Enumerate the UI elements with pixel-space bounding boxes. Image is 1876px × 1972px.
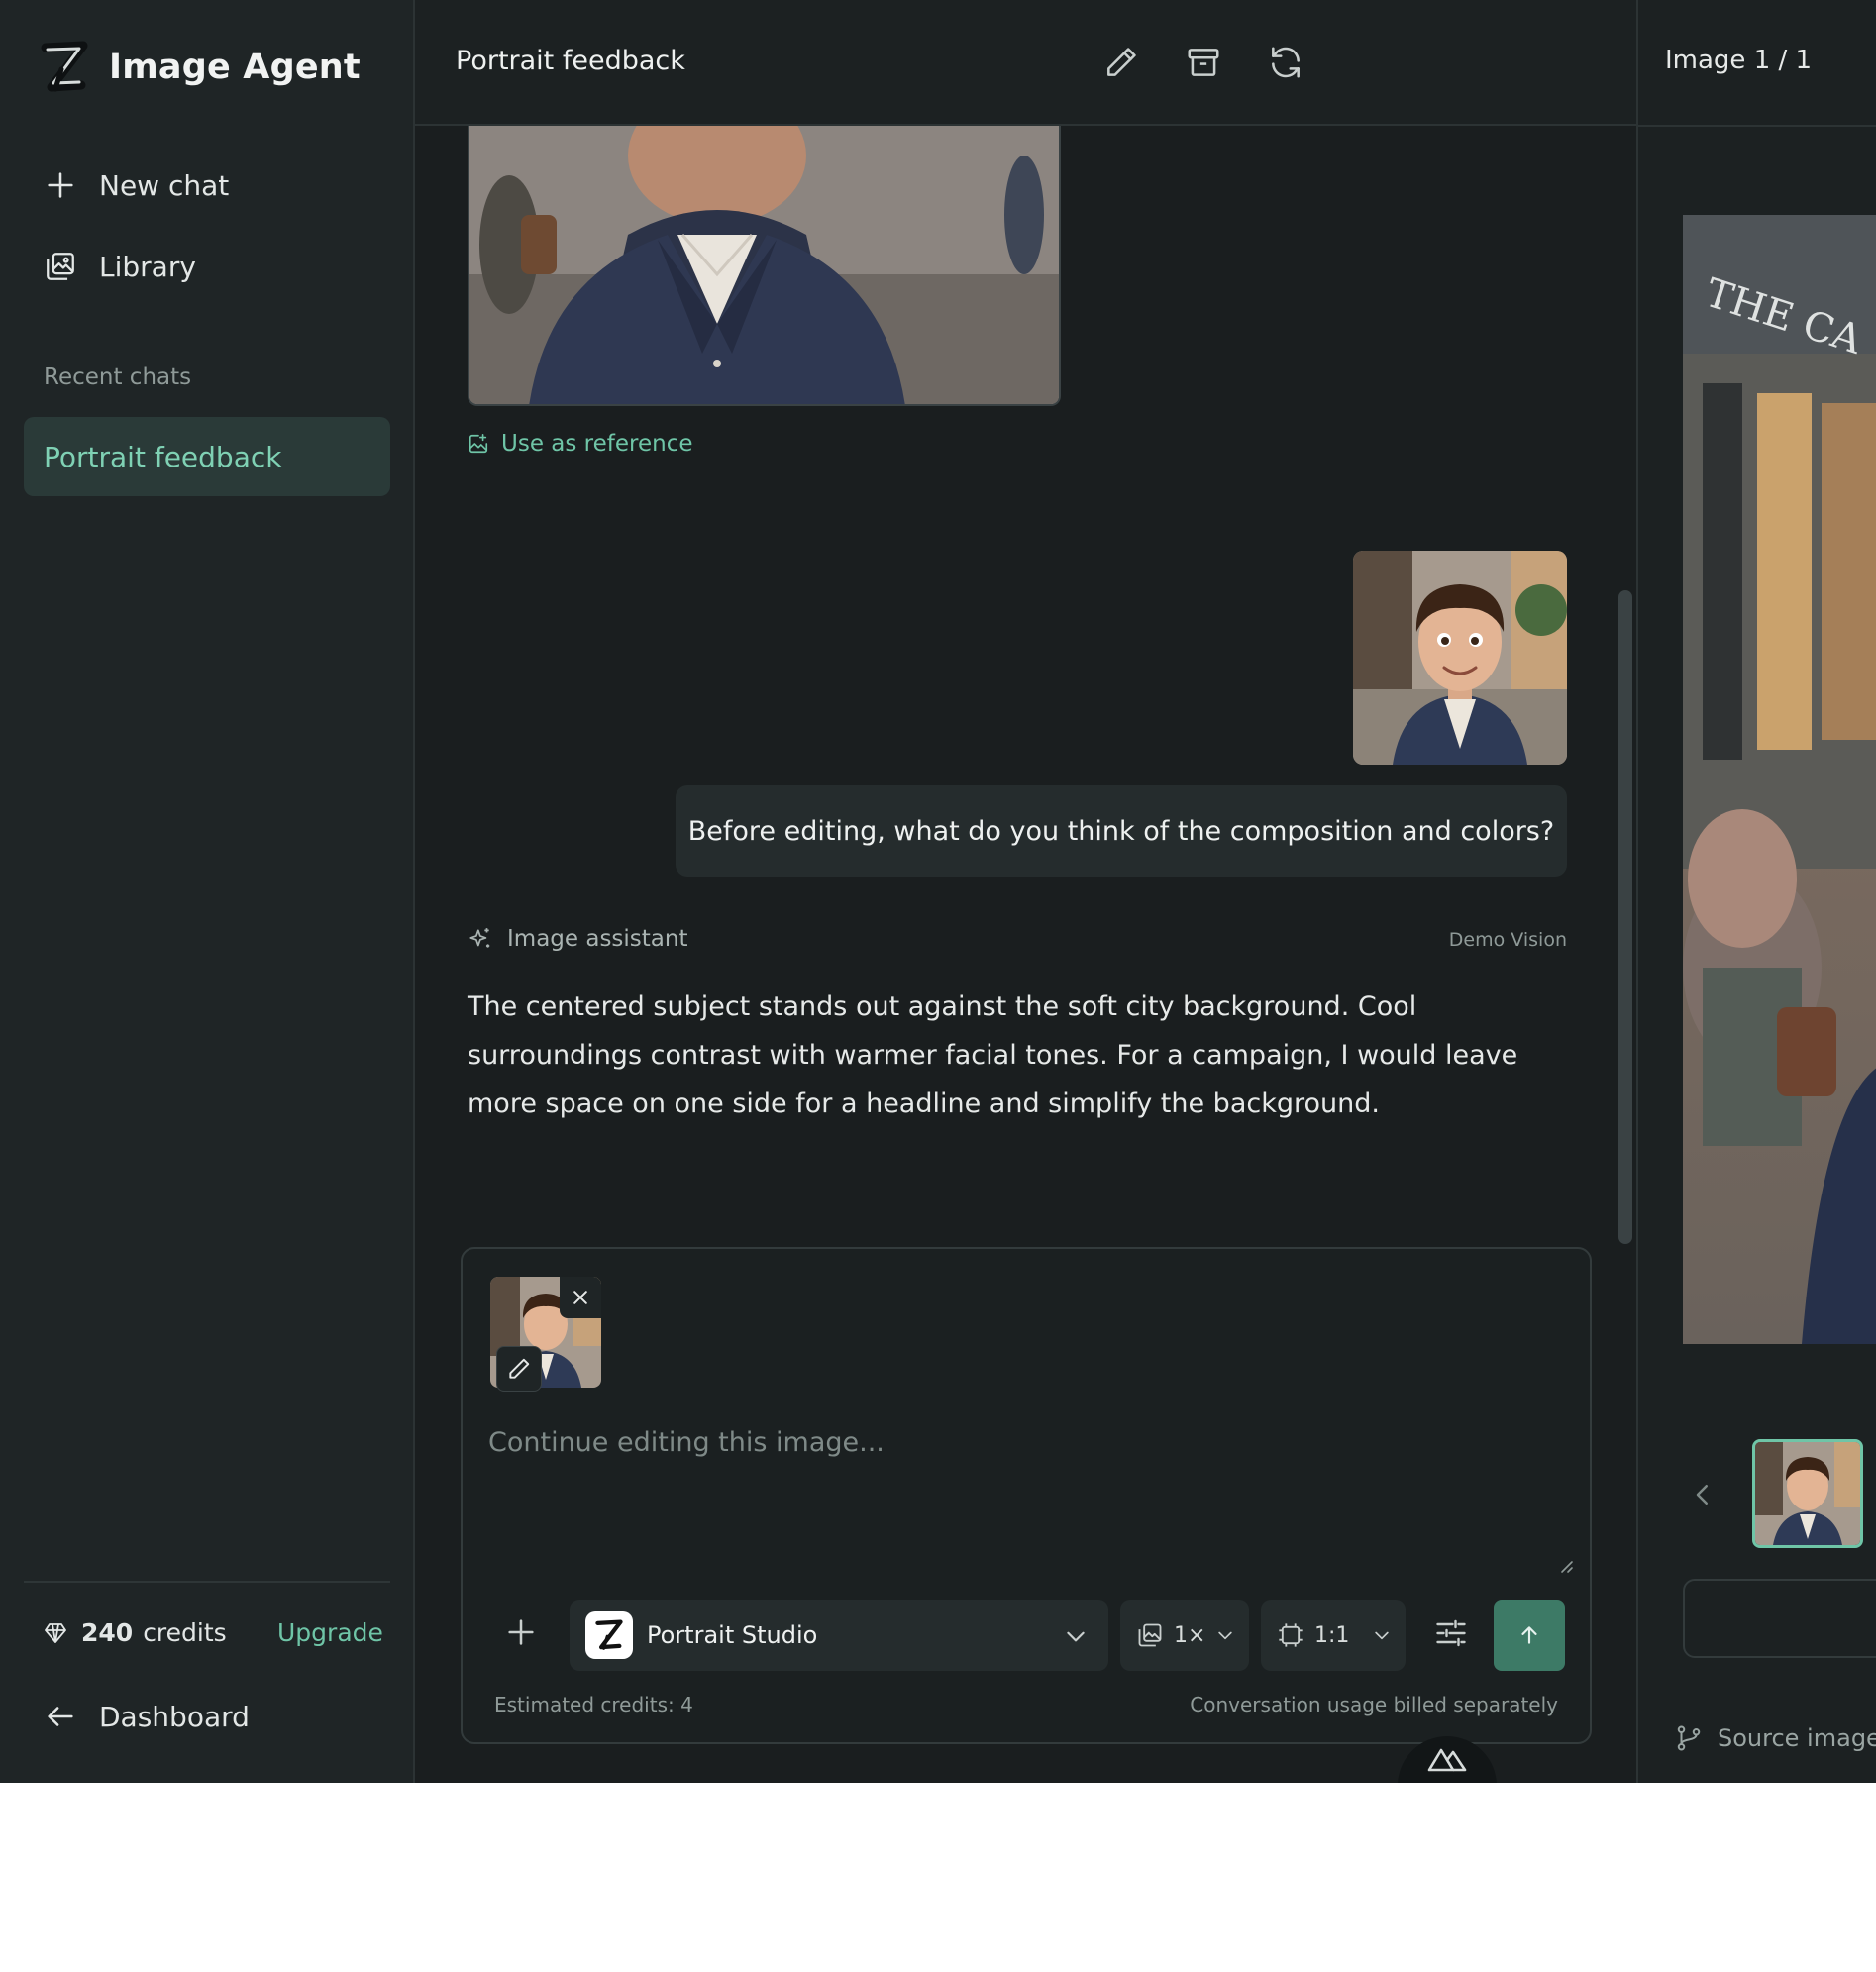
add-attachment-button[interactable]	[504, 1615, 538, 1649]
credits-count: 240	[81, 1618, 134, 1647]
archive-icon[interactable]	[1185, 44, 1222, 81]
dashboard-button[interactable]: Dashboard	[44, 1700, 250, 1733]
sidebar-divider	[24, 1581, 390, 1583]
dashboard-label: Dashboard	[99, 1700, 250, 1733]
chat-title: Portrait feedback	[456, 46, 685, 76]
use-as-reference-label: Use as reference	[501, 431, 693, 457]
cartoon-portrait	[1353, 551, 1567, 765]
plus-icon	[48, 172, 73, 198]
image-panel: Image 1 / 1 THE CA Source images	[1636, 0, 1876, 1783]
aspect-ratio-select[interactable]: 1:1	[1261, 1600, 1406, 1671]
pencil-icon	[509, 1358, 530, 1379]
portrait-crop	[469, 126, 1059, 404]
mountain-logo-icon	[1427, 1748, 1467, 1772]
chat-main: Portrait feedback Use as reference Befor…	[415, 0, 1636, 1783]
sliders-icon[interactable]	[1433, 1615, 1469, 1651]
image-plus-icon	[469, 434, 488, 454]
upgrade-link[interactable]: Upgrade	[277, 1618, 383, 1647]
selected-thumbnail[interactable]	[1752, 1439, 1863, 1548]
new-chat-button[interactable]: New chat	[44, 168, 229, 202]
refresh-icon[interactable]	[1267, 44, 1304, 81]
model-logo-icon	[585, 1611, 633, 1659]
credits-label: credits	[143, 1618, 227, 1647]
user-attached-image[interactable]	[1353, 551, 1567, 765]
assistant-message: The centered subject stands out against …	[468, 991, 1518, 1119]
model-select[interactable]: Portrait Studio	[570, 1600, 1108, 1671]
arrow-left-icon	[48, 1707, 73, 1726]
new-chat-label: New chat	[99, 168, 230, 202]
composer: Portrait Studio 1× 1:1 Estimated credits…	[461, 1247, 1592, 1744]
arrow-up-icon	[1521, 1626, 1537, 1644]
image-count-value: 1×	[1174, 1622, 1206, 1648]
image-preview[interactable]: THE CA	[1683, 215, 1876, 1344]
model-name: Portrait Studio	[647, 1621, 818, 1649]
generated-image[interactable]	[468, 126, 1061, 406]
assistant-header: Image assistant	[468, 926, 687, 952]
image-count-select[interactable]: 1×	[1120, 1600, 1249, 1671]
source-images-label: Source images	[1718, 1724, 1876, 1752]
sidebar-chat-portrait-feedback[interactable]: Portrait feedback	[24, 417, 390, 496]
credits-display: 240 credits	[44, 1618, 227, 1647]
estimated-credits: Estimated credits: 4	[494, 1693, 693, 1716]
preview-image: THE CA	[1683, 215, 1876, 1344]
branch-icon	[1677, 1725, 1701, 1751]
thumbnail-image	[1755, 1442, 1860, 1545]
billing-note: Conversation usage billed separately	[1190, 1693, 1558, 1716]
chevron-down-icon	[1067, 1631, 1085, 1642]
chevron-down-icon	[1218, 1631, 1232, 1640]
prompt-input[interactable]	[488, 1427, 1568, 1546]
chat-scrollbar[interactable]	[1618, 590, 1632, 1244]
edit-attachment-button[interactable]	[496, 1346, 542, 1392]
send-button[interactable]	[1494, 1600, 1565, 1671]
image-counter: Image 1 / 1	[1665, 46, 1813, 75]
pencil-icon[interactable]	[1102, 44, 1140, 81]
library-label: Library	[99, 250, 196, 283]
sparkles-icon	[469, 928, 490, 948]
assistant-model-label: Demo Vision	[1448, 929, 1567, 951]
use-as-reference-button[interactable]: Use as reference	[468, 431, 693, 457]
user-message: Before editing, what do you think of the…	[676, 785, 1567, 877]
logo-icon	[41, 41, 88, 92]
remove-attachment-button[interactable]	[560, 1277, 601, 1318]
close-icon	[573, 1291, 587, 1304]
library-button[interactable]: Library	[44, 250, 196, 283]
images-icon	[1138, 1623, 1162, 1647]
brand[interactable]: Image Agent	[38, 40, 361, 95]
chevron-left-icon[interactable]	[1688, 1480, 1718, 1509]
chevron-down-icon	[1375, 1631, 1389, 1640]
panel-input[interactable]	[1683, 1579, 1876, 1658]
frame-icon	[1279, 1623, 1303, 1647]
diamond-icon	[45, 1622, 66, 1643]
recent-chats-heading: Recent chats	[44, 364, 192, 390]
resize-handle-icon[interactable]	[1558, 1558, 1574, 1574]
app-name: Image Agent	[109, 48, 361, 87]
assistant-name: Image assistant	[507, 926, 688, 952]
panel-divider	[1638, 125, 1876, 127]
aspect-ratio-value: 1:1	[1314, 1622, 1350, 1648]
app-window: Image Agent New chat Library Recent chat…	[0, 0, 1876, 1783]
source-images-button[interactable]: Source images	[1674, 1723, 1876, 1753]
images-icon	[47, 253, 74, 280]
sidebar: Image Agent New chat Library Recent chat…	[0, 0, 415, 1783]
chat-header: Portrait feedback	[415, 0, 1636, 126]
